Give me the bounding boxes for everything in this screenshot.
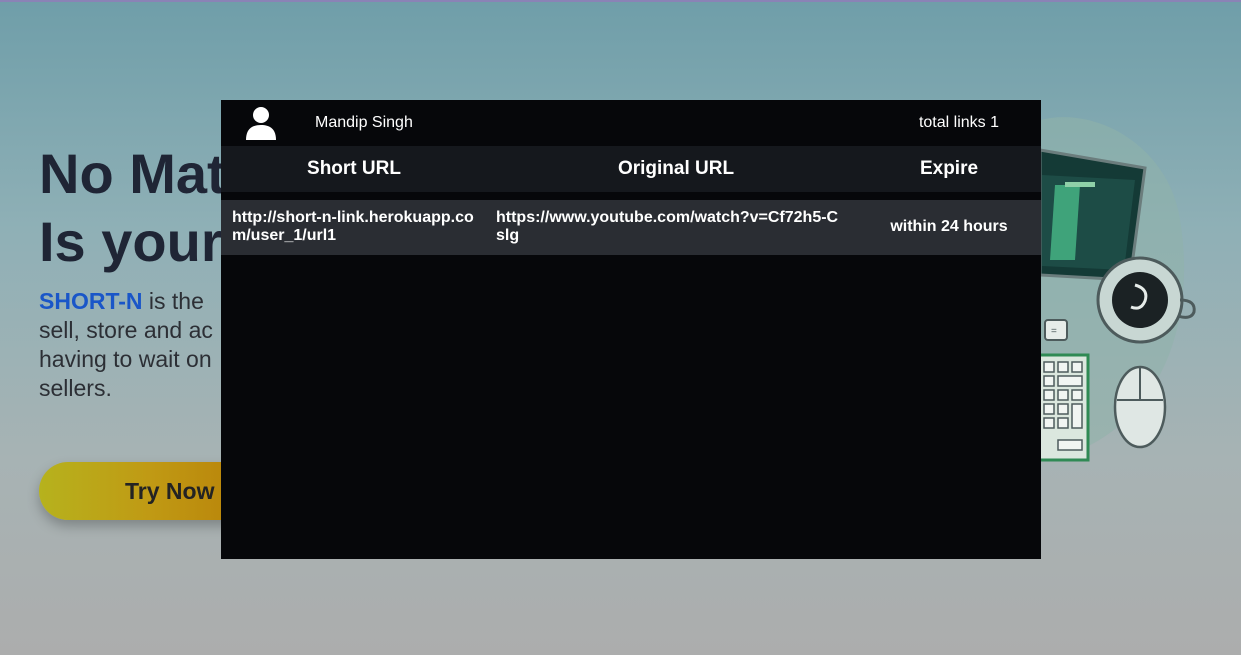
- user-links-modal: Mandip Singh total links 1 Short URL Ori…: [221, 100, 1041, 559]
- table-header: Short URL Original URL Expire: [221, 146, 1041, 192]
- hero-text-line-2: sell, store and ac: [39, 317, 213, 343]
- modal-header: Mandip Singh total links 1: [221, 100, 1041, 146]
- short-url-link[interactable]: http://short-n-link.herokuapp.com/user_1…: [232, 209, 482, 245]
- expire-value: within 24 hours: [890, 218, 1008, 235]
- hero-title: No Mat Is your: [39, 140, 226, 276]
- column-header-original-url: Original URL: [617, 158, 735, 179]
- column-header-expire: Expire: [919, 158, 979, 179]
- hero-title-line-2: Is your: [39, 210, 223, 273]
- total-links-count: total links 1: [918, 114, 999, 131]
- hero-text-line-3: having to wait on: [39, 346, 212, 372]
- hero-text-line-1: is the: [142, 288, 204, 314]
- table-row: http://short-n-link.herokuapp.com/user_1…: [221, 200, 1041, 255]
- brand-name: SHORT-N: [39, 288, 143, 314]
- user-avatar-icon: [246, 107, 276, 140]
- hero-text-line-4: sellers.: [39, 375, 112, 401]
- column-header-short-url: Short URL: [307, 158, 401, 179]
- user-name: Mandip Singh: [315, 114, 413, 131]
- original-url-link[interactable]: https://www.youtube.com/watch?v=Cf72h5-C…: [496, 209, 841, 245]
- svg-text:=: =: [1051, 326, 1057, 337]
- hero-title-line-1: No Mat: [39, 142, 226, 205]
- workspace-illustration: =: [1036, 117, 1196, 462]
- top-border: [0, 0, 1241, 2]
